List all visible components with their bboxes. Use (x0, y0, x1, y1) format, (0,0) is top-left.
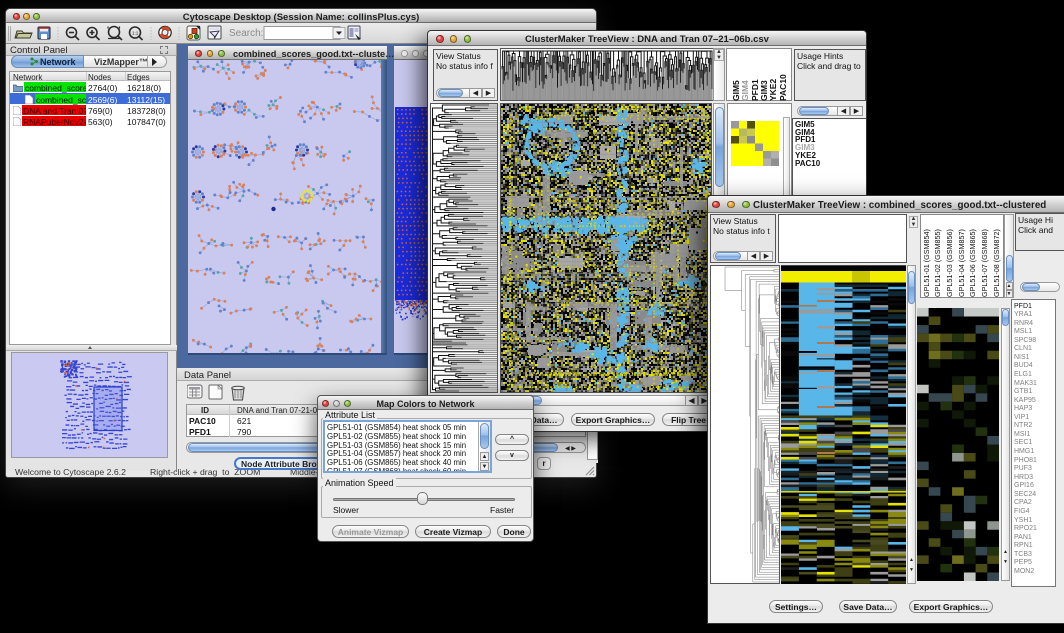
svg-text:Search:: Search: (229, 28, 263, 39)
svg-text:1:1: 1:1 (132, 31, 139, 36)
